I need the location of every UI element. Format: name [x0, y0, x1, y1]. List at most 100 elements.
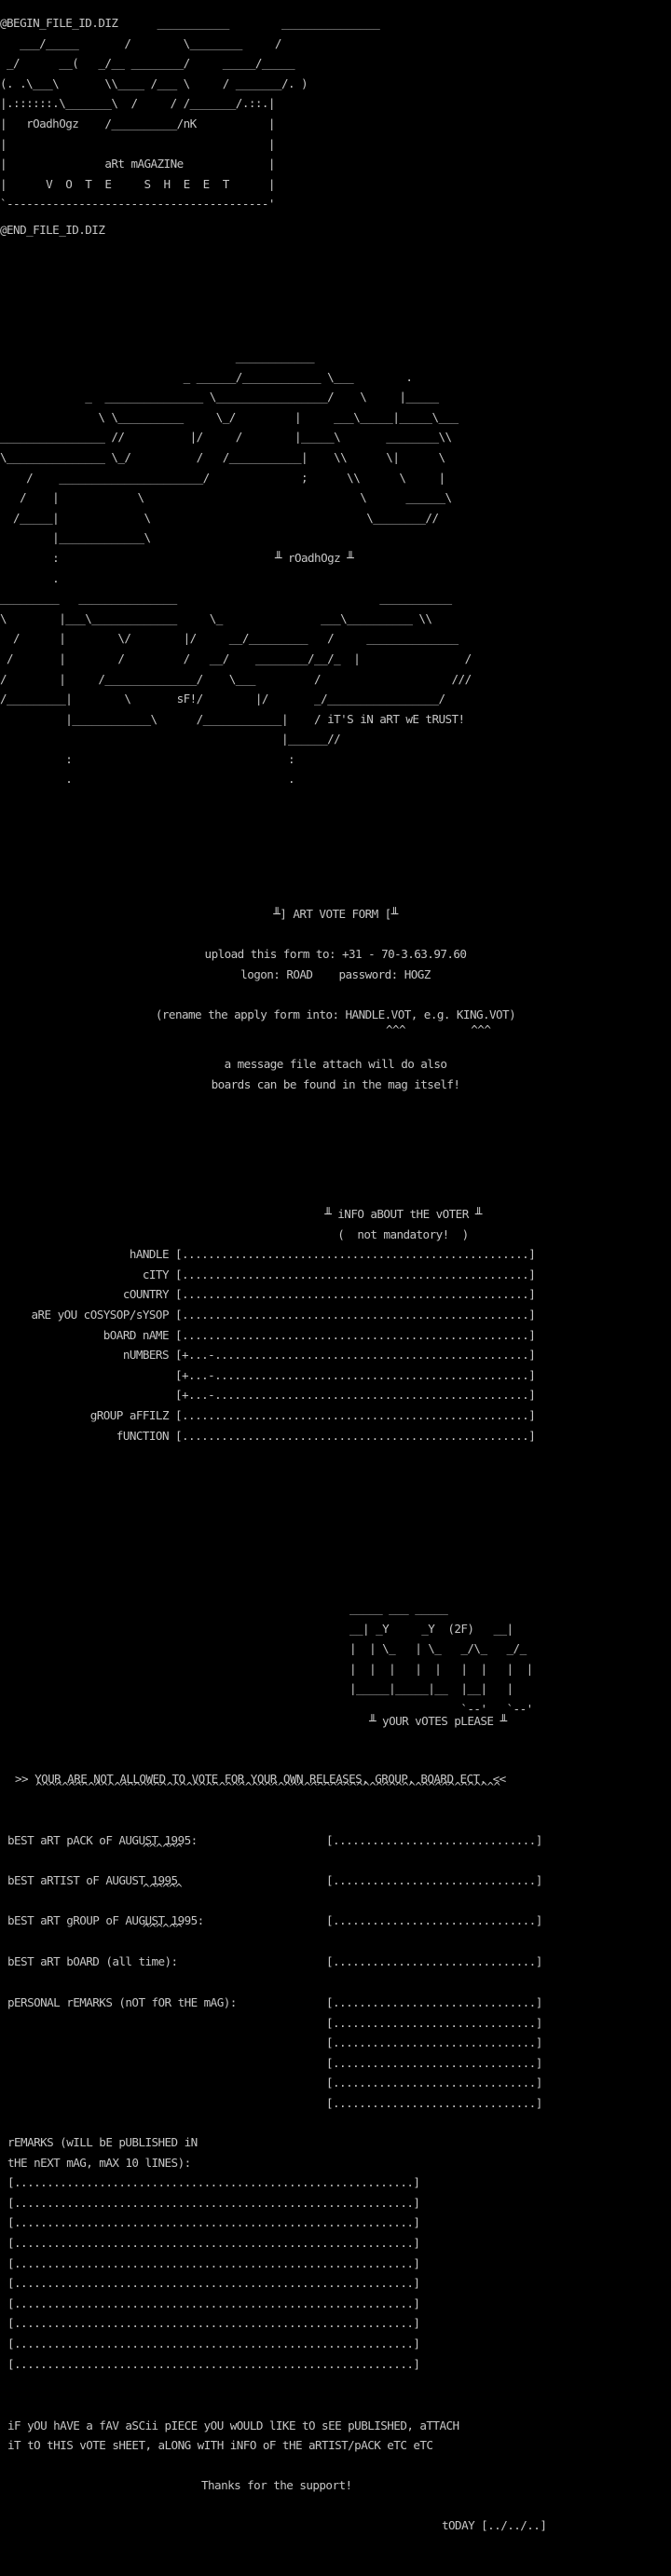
- voter-info-section: ╨ iNFO aBOUT tHE vOTER ╨ ( not mandatory…: [0, 1204, 671, 1446]
- published-remarks-input[interactable]: [.......................................…: [7, 2294, 660, 2314]
- upload-line: upload this form to: +31 - 70-3.63.97.60: [204, 947, 467, 962]
- voter-field-input[interactable]: [.......................................…: [175, 1305, 536, 1325]
- diz-logo-line: @BEGIN_FILE_ID.DIZ ___________ _________…: [0, 16, 380, 30]
- published-remarks-input[interactable]: [.......................................…: [7, 2334, 660, 2354]
- vote-category-month-carets: ^^^^^^: [143, 1841, 183, 1855]
- voter-field-row: [+...-..................................…: [0, 1365, 671, 1386]
- voter-field-row: cITY [..................................…: [0, 1265, 671, 1285]
- logo-art-line: / | /______________/ \___ / ///: [0, 671, 472, 686]
- personal-remarks-input[interactable]: [...............................]: [326, 2073, 542, 2093]
- published-remarks-input[interactable]: [.......................................…: [7, 2313, 660, 2334]
- voter-field-input[interactable]: [.......................................…: [175, 1284, 536, 1305]
- personal-remarks-section: pERSONAL rEMARKS (nOT fOR tHE mAG): [....…: [7, 1993, 660, 2114]
- roadhogz-ascii-logo: ____________ _ ______/____________ \___ …: [0, 347, 472, 789]
- vote-category-row: bEST aRT pACK oF AUGUST 1995: [..........…: [7, 1830, 660, 1870]
- diz-logo-line: ___/_____ / \________ /: [0, 35, 281, 50]
- vote-category-row: bEST aRTIST oF AUGUST 1995 [.............…: [7, 1870, 660, 1911]
- rename-instruction: (rename the apply form into: HANDLE.VOT,…: [155, 1007, 516, 1021]
- personal-remarks-input[interactable]: [...............................]: [326, 1993, 542, 2013]
- voter-field-input[interactable]: [.......................................…: [175, 1325, 536, 1346]
- logo-art-line: ________________ // |/ / |_____\ _______…: [0, 430, 452, 445]
- published-remarks-section: rEMARKS (wILL bE pUBLISHED iN tHE nEXT mA…: [7, 2132, 660, 2374]
- votes-logo-line: |_____|_____|__ |__| |: [349, 1681, 514, 1696]
- published-remarks-input[interactable]: [.......................................…: [7, 2172, 660, 2193]
- diz-logo-line: (. .\___\ \\____ /___ \ / _______/. ): [0, 75, 308, 90]
- voter-field-input[interactable]: [.......................................…: [175, 1244, 536, 1265]
- thanks-note: Thanks for the support!: [201, 2478, 352, 2492]
- personal-remarks-row: pERSONAL rEMARKS (nOT fOR tHE mAG): [....…: [7, 1993, 660, 2013]
- personal-remarks-input[interactable]: [...............................]: [326, 2013, 542, 2034]
- voter-field-label: cOUNTRY: [122, 1287, 175, 1302]
- votes-title: ╨ yOUR vOTES pLEASE ╨: [369, 1714, 507, 1728]
- logo-art-line: /_____| \ \________//: [0, 510, 439, 525]
- end-file-id-tag: @END_FILE_ID.DIZ: [0, 223, 105, 237]
- diz-logo-line: _/ __( _/__ ________/ _____/_____: [0, 56, 295, 71]
- voter-field-input[interactable]: [+...-..................................…: [175, 1345, 536, 1365]
- vote-category-input[interactable]: [...............................]: [326, 1911, 542, 1931]
- logo-art-line: |_____________\: [0, 530, 151, 545]
- diz-logo-line: | |: [0, 136, 275, 151]
- voter-field-row: cOUNTRY [...............................…: [0, 1284, 671, 1305]
- logo-art-line: / ______________________/ ; \\ \ |: [0, 470, 445, 485]
- personal-remarks-input[interactable]: [...............................]: [326, 2053, 542, 2074]
- vote-category-row: bEST aRT bOARD (all time): [.............…: [7, 1952, 660, 1992]
- votes-logo-line: | | \_ | \_ _/\_ _/_: [349, 1641, 527, 1656]
- voter-field-input[interactable]: [.......................................…: [175, 1265, 536, 1285]
- fav-piece-attach-line-1: iF yOU hAVE a fAV aSCii pIECE yOU wOULD …: [7, 2418, 459, 2432]
- voter-field-row: fUNCTION [..............................…: [0, 1426, 671, 1446]
- published-remarks-label: rEMARKS (wILL bE pUBLISHED iN: [7, 2135, 198, 2149]
- votes-logo-line: _____ ___ _____: [349, 1601, 448, 1615]
- diz-logo-line: `---------------------------------------…: [0, 197, 275, 212]
- published-remarks-input[interactable]: [.......................................…: [7, 2213, 660, 2233]
- vote-categories: bEST aRT pACK oF AUGUST 1995: [..........…: [7, 1830, 660, 1992]
- voter-field-input[interactable]: [+...-..................................…: [175, 1385, 536, 1405]
- vote-form-title: ╨] ART VOTE FORM [╨: [273, 907, 398, 921]
- warning-underline: ^^^^^^^^^^^^^^^^^^^^^^^^^^^^^^^^^^^^^^^^…: [35, 1779, 500, 1793]
- published-remarks-input[interactable]: [.......................................…: [7, 2254, 660, 2274]
- vote-category-month-carets: ^^^^^^: [143, 1881, 183, 1896]
- vote-category-input[interactable]: [...............................]: [326, 1830, 542, 1851]
- votes-logo-line: __| _Y _Y (2F) __|: [349, 1621, 514, 1636]
- logo-art-line: _________ _______________ ___________: [0, 591, 452, 606]
- voter-field-label: cITY: [142, 1267, 175, 1281]
- published-remarks-input[interactable]: [.......................................…: [7, 2193, 660, 2213]
- personal-remarks-row: [...............................]: [7, 2033, 660, 2053]
- voter-field-input[interactable]: [.......................................…: [175, 1426, 536, 1446]
- voter-field-label: aRE yOU cOSYSOP/sYSOP: [31, 1307, 175, 1322]
- published-remarks-input[interactable]: [.......................................…: [7, 2273, 660, 2294]
- logo-art-line: .: [0, 570, 60, 585]
- personal-remarks-input[interactable]: [...............................]: [326, 2093, 542, 2114]
- published-remarks-input[interactable]: [.......................................…: [7, 2354, 660, 2375]
- logo-art-line: / | / / __/ ________/__/_ | /: [0, 651, 472, 665]
- logo-art-line: \ |___\_____________ \_ ___\__________ \…: [0, 610, 432, 625]
- personal-remarks-row: [...............................]: [7, 2053, 660, 2074]
- voter-info-fields: hANDLE [................................…: [0, 1244, 671, 1446]
- logo-art-line: ____________: [0, 349, 315, 363]
- voter-field-label: hANDLE: [129, 1247, 175, 1262]
- voter-field-row: [+...-..................................…: [0, 1385, 671, 1405]
- today-date-field[interactable]: tODAY [../../..]: [442, 2515, 547, 2536]
- vote-category-input[interactable]: [...............................]: [326, 1952, 542, 1972]
- vote-sheet-document: @BEGIN_FILE_ID.DIZ ___________ _________…: [0, 0, 671, 2576]
- voter-info-subtitle: ( not mandatory! ): [337, 1226, 469, 1241]
- voter-field-row: bOARD nAME [............................…: [0, 1325, 671, 1346]
- personal-remarks-input[interactable]: [...............................]: [326, 2033, 542, 2053]
- voter-field-label: fUNCTION: [116, 1428, 175, 1443]
- voter-field-row: gROUP aFFILZ [..........................…: [0, 1405, 671, 1426]
- voter-field-row: hANDLE [................................…: [0, 1244, 671, 1265]
- logo-art-line: _ _______________ \_________________/ \ …: [0, 390, 439, 404]
- diz-logo-line: |.::::::.\_______\ / / /_______/.::.|: [0, 96, 275, 111]
- voter-field-input[interactable]: [.......................................…: [175, 1405, 536, 1426]
- logo-art-line: _ ______/____________ \___ .: [0, 369, 413, 384]
- votes-ascii-logo: _____ ___ _____ __| _Y _Y (2F) __| | | \_ …: [349, 1598, 533, 1720]
- logo-art-line: /_________| \ sF!/ |/ _/________________…: [0, 692, 445, 706]
- logo-art-line: . .: [0, 772, 294, 787]
- boards-note: boards can be found in the mag itself!: [211, 1076, 460, 1091]
- published-remarks-input[interactable]: [.......................................…: [7, 2233, 660, 2254]
- voter-field-label: [0, 1365, 175, 1386]
- logo-art-line: |____________\ /____________| / iT'S iN …: [0, 711, 465, 726]
- vote-category-input[interactable]: [...............................]: [326, 1870, 542, 1891]
- voter-field-input[interactable]: [+...-..................................…: [175, 1365, 536, 1386]
- fav-piece-attach-line-2: iT tO tHIS vOTE sHEET, aLONG wITH iNFO o…: [7, 2438, 433, 2452]
- published-remarks-label-line-2: tHE nEXT mAG, mAX 10 lINES):: [7, 2155, 191, 2170]
